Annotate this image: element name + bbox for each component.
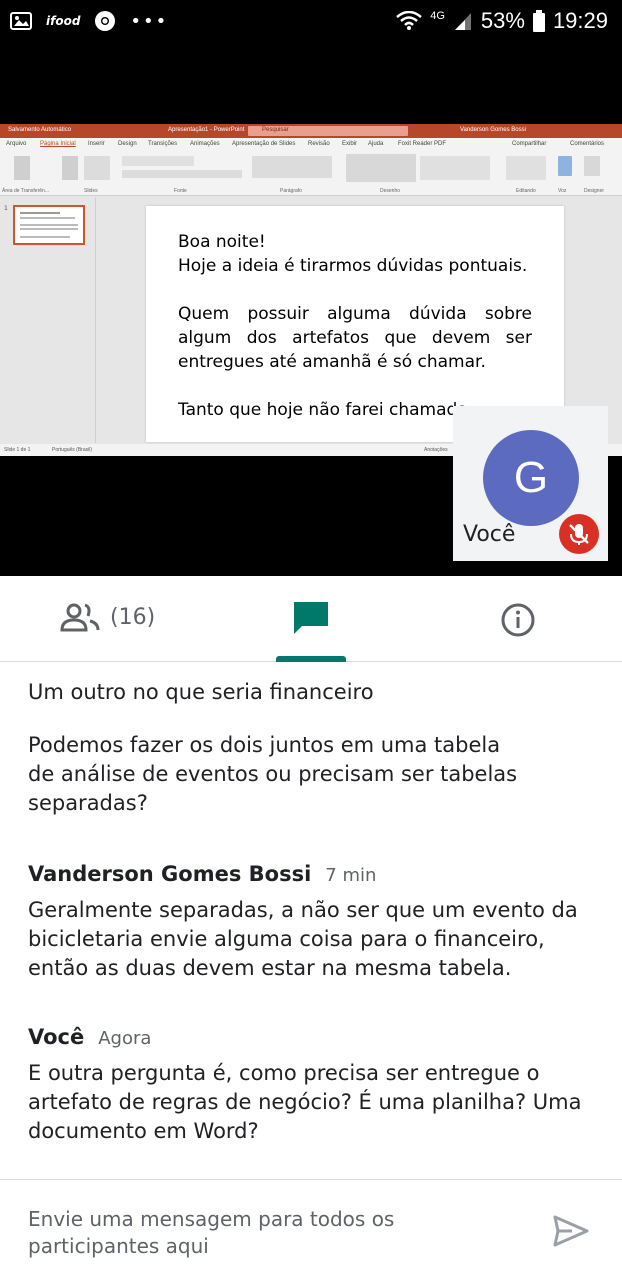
ifood-icon: ifood [46, 14, 81, 28]
chat-message-text: E outra pergunta é, como precisa ser ent… [28, 1061, 582, 1143]
self-video-tile[interactable]: G Você [453, 406, 608, 561]
mic-off-icon [569, 524, 589, 545]
send-icon [553, 1215, 589, 1247]
chat-panel[interactable]: Um outro no que seria financeiro Podemos… [0, 662, 622, 1178]
sender-name: Você [28, 1025, 85, 1049]
ppt-ribbon-tabs: Arquivo Página Inicial Inserir Design Tr… [0, 138, 622, 150]
people-icon [60, 603, 100, 632]
ppt-title-bar: Salvamento Automático Apresentação1 - Po… [0, 124, 622, 138]
chat-icon [294, 602, 328, 634]
presentation-stage[interactable]: Salvamento Automático Apresentação1 - Po… [0, 44, 622, 576]
self-label: Você [463, 522, 516, 547]
slide-thumbnails: 1 [0, 197, 96, 443]
status-bar: ifood ••• 4G 53% 19:29 [0, 0, 622, 44]
ppt-ribbon: Área de Transferên... Slides Fonte Parág… [0, 150, 622, 196]
signal-icon [454, 13, 471, 30]
slide-paragraph: Quem possuir alguma dúvida sobre algum d… [178, 304, 532, 372]
tab-participants[interactable]: (16) [60, 602, 155, 632]
avatar: G [483, 430, 579, 526]
network-type: 4G [430, 10, 445, 22]
slide-line: Boa noite! [178, 232, 266, 252]
battery-percent: 53% [480, 8, 525, 33]
gallery-icon [10, 12, 32, 30]
mic-off-button[interactable] [559, 514, 599, 554]
ppt-search: Pesquisar [248, 126, 408, 136]
ppt-user: Vanderson Gomes Bossi [460, 127, 526, 133]
chat-message-input[interactable]: Envie uma mensagem para todos os partici… [28, 1206, 498, 1260]
slide-thumbnail [13, 205, 85, 245]
wifi-icon [396, 11, 423, 30]
message-time: Agora [98, 1028, 152, 1049]
chat-message-text: Podemos fazer os dois juntos em uma tabe… [28, 733, 518, 815]
chat-message: Você Agora E outra pergunta é, como prec… [28, 1025, 594, 1146]
more-notifications-icon: ••• [130, 10, 169, 32]
ppt-window-title: Apresentação1 - PowerPoint [168, 127, 245, 133]
notification-icons: ifood ••• [10, 10, 168, 32]
tab-info[interactable] [500, 602, 536, 642]
sender-name: Vanderson Gomes Bossi [28, 862, 312, 886]
info-icon [501, 603, 535, 637]
chat-composer: Envie uma mensagem para todos os partici… [0, 1179, 622, 1280]
chrome-icon [95, 11, 116, 31]
send-button[interactable] [552, 1214, 590, 1252]
chat-message: Vanderson Gomes Bossi 7 min Geralmente s… [28, 862, 594, 983]
clock: 19:29 [552, 8, 608, 33]
chat-message-text: Um outro no que seria financeiro [28, 680, 374, 704]
tab-chat[interactable] [276, 576, 346, 662]
participant-count: (16) [110, 604, 156, 630]
battery-icon [532, 10, 545, 32]
slide-line: Hoje a ideia é tirarmos dúvidas pontuais… [178, 256, 528, 276]
message-time: 7 min [325, 865, 377, 886]
chat-message-text: Geralmente separadas, a não ser que um e… [28, 898, 578, 980]
meeting-tab-bar: (16) [0, 576, 622, 662]
